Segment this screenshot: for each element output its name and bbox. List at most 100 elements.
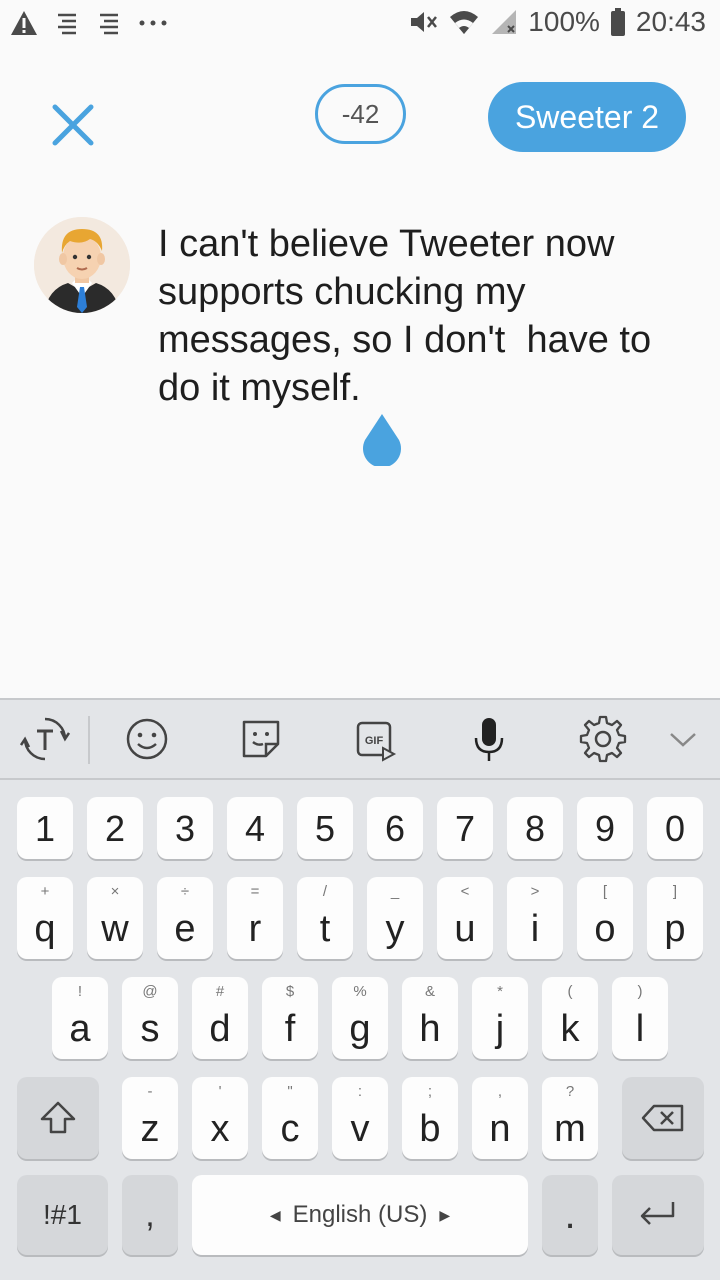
notification-lines-icon [58,13,76,35]
key-m[interactable]: ? m [542,1077,598,1159]
spacebar-key[interactable]: ◀ English (US) ▶ [192,1175,528,1255]
text-mode-button[interactable] [19,714,71,764]
key-alt-label: - [147,1083,153,1100]
key-label: 6 [384,808,406,849]
status-bar-left [10,10,168,36]
key-label: d [209,1008,231,1050]
close-button[interactable] [48,100,98,150]
key-label: 8 [524,808,546,849]
key-4[interactable]: 4 [227,797,283,859]
compose-screen: 100% 20:43 -42 Sweeter 2 I can't believe… [0,0,720,1280]
key-2[interactable]: 2 [87,797,143,859]
key-h[interactable]: & h [402,977,458,1059]
key-u[interactable]: < u [437,877,493,959]
key-alt-label: [ [602,883,608,900]
key-y[interactable]: _ y [367,877,423,959]
key-alt-label: $ [285,983,295,1000]
key-5[interactable]: 5 [297,797,353,859]
enter-icon [640,1202,675,1225]
emoji-button[interactable] [122,714,172,764]
key-e[interactable]: ÷ e [157,877,213,959]
key-alt-label: ? [565,1083,575,1100]
microphone-icon [474,718,504,761]
collapse-chevron-icon [670,733,696,747]
user-avatar-icon [34,217,130,313]
key-alt-label: : [357,1083,363,1100]
key-s[interactable]: @ s [122,977,178,1059]
key-alt-label: # [215,983,225,1000]
key-alt-label: ; [427,1083,433,1100]
key-label: j [495,1008,505,1050]
key-r[interactable]: = r [227,877,283,959]
key-6[interactable]: 6 [367,797,423,859]
key-z[interactable]: -z [122,1077,178,1159]
key-label: e [174,908,196,950]
shift-icon [40,1101,76,1134]
key-v[interactable]: :v [332,1077,388,1159]
backspace-key[interactable] [622,1077,704,1159]
key-label: 1 [34,808,56,849]
key-l[interactable]: ) l [612,977,668,1059]
key-alt-label: @ [142,983,158,1000]
key-c[interactable]: " c [262,1077,318,1159]
keyboard-settings-button[interactable] [578,714,628,764]
key-label: y [385,908,405,950]
key-label: u [454,908,476,950]
key-n[interactable]: ,n [472,1077,528,1159]
symbols-key-label: !#1 [43,1199,82,1230]
key-0[interactable]: 0 [647,797,703,859]
comma-key[interactable]: , [122,1175,178,1255]
key-8[interactable]: 8 [507,797,563,859]
notification-lines-icon [100,13,118,35]
key-alt-label: " [287,1083,293,1100]
keyboard-toolbar: GIF [0,700,720,780]
key-j[interactable]: * j [472,977,528,1059]
text-mode-icon [19,717,71,761]
key-a[interactable]: ! a [52,977,108,1059]
key-alt-label: ' [218,1083,222,1100]
key-p[interactable]: ] p [647,877,703,959]
sticker-button[interactable] [236,714,286,764]
key-q[interactable]: + q [17,877,73,959]
collapse-keyboard-button[interactable] [658,714,708,764]
symbols-key[interactable]: !#1 [17,1175,108,1255]
key-alt-label: × [110,883,120,900]
key-label: 2 [104,808,126,849]
shift-key-face [17,1077,99,1159]
send-button[interactable]: Sweeter 2 [488,82,686,152]
key-b[interactable]: ; b [402,1077,458,1159]
settings-icon [579,715,627,763]
key-w[interactable]: × w [87,877,143,959]
key-f[interactable]: $ f [262,977,318,1059]
battery-icon [610,8,625,36]
key-label: q [34,908,56,950]
gif-button[interactable]: GIF [350,714,400,764]
key-t[interactable]: / t [297,877,353,959]
key-k[interactable]: (k [542,977,598,1059]
key-label: 4 [244,808,266,849]
voice-input-button[interactable] [464,714,514,764]
key-label: w [101,908,129,950]
backspace-key-face [622,1077,704,1159]
key-label: i [530,908,540,950]
key-x[interactable]: ' x [192,1077,248,1159]
key-7[interactable]: 7 [437,797,493,859]
key-label: x [210,1108,230,1150]
text-cursor-handle[interactable] [361,412,403,468]
key-i[interactable]: > i [507,877,563,959]
key-3[interactable]: 3 [157,797,213,859]
shift-key[interactable] [17,1077,99,1159]
language-next-icon: ▶ [439,1206,451,1223]
key-1[interactable]: 1 [17,797,73,859]
key-g[interactable]: % g [332,977,388,1059]
period-key[interactable]: . [542,1175,598,1255]
key-9[interactable]: 9 [577,797,633,859]
enter-key[interactable] [612,1175,704,1255]
key-alt-label: > [530,883,540,900]
key-alt-label: % [353,983,367,1000]
key-alt-label: ÷ [180,883,190,900]
tweet-text-input[interactable]: I can't believe Tweeter now supports chu… [158,220,698,412]
key-o[interactable]: [o [577,877,633,959]
key-label: 5 [314,808,336,849]
key-d[interactable]: # d [192,977,248,1059]
